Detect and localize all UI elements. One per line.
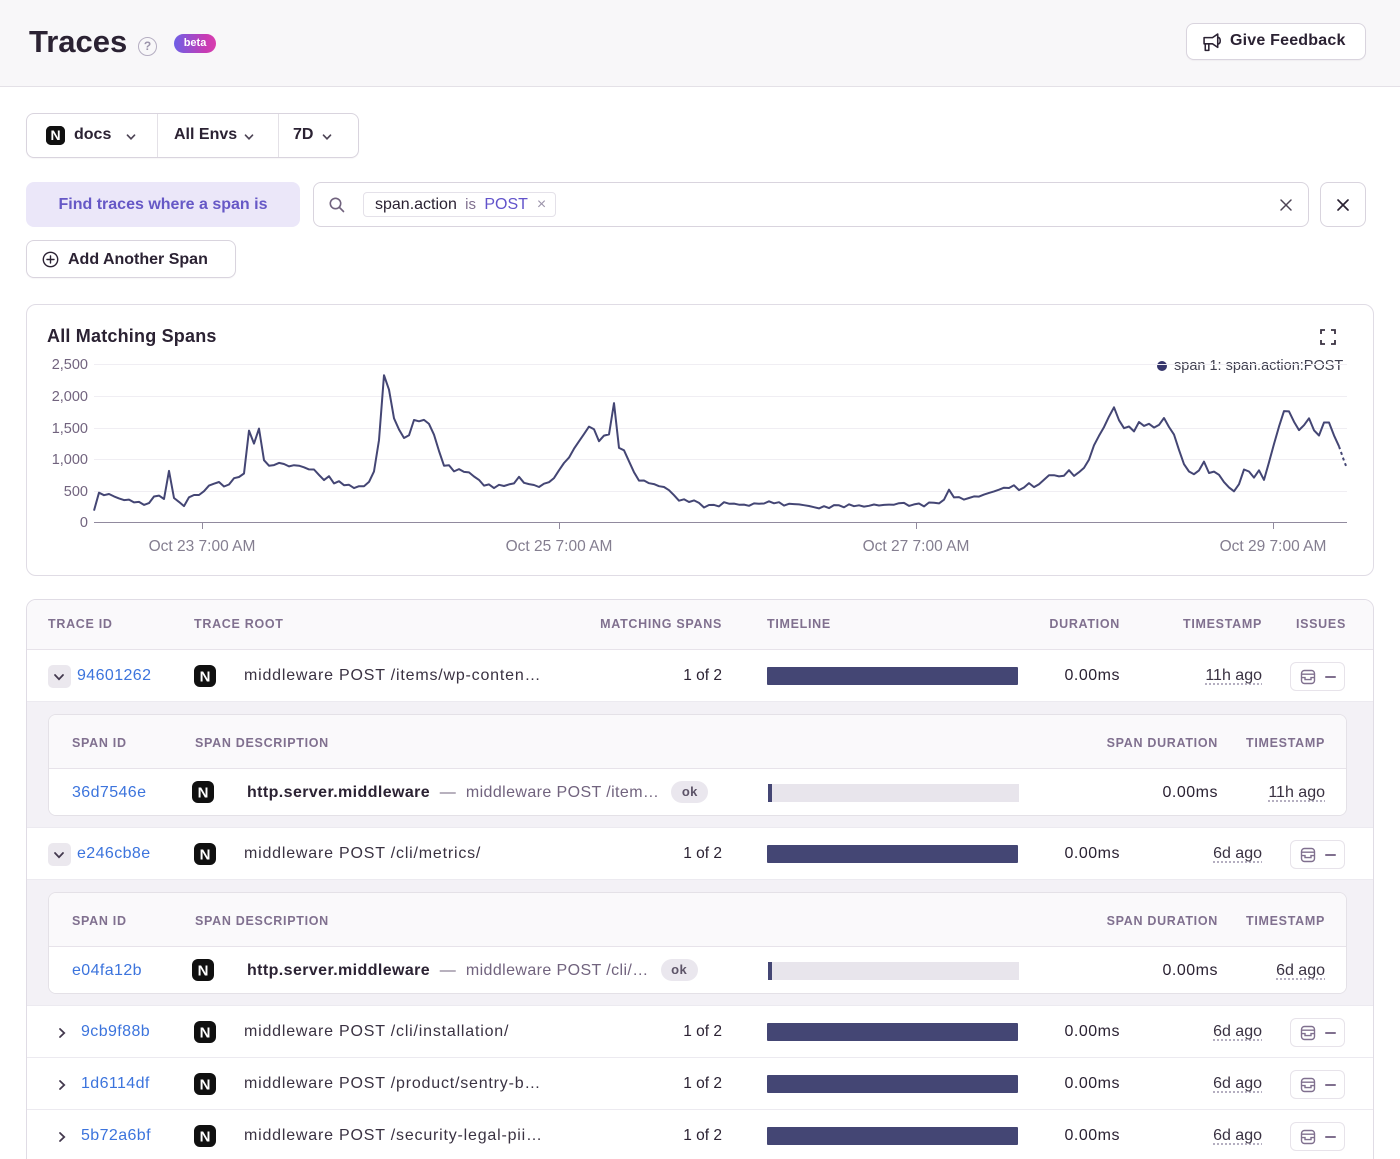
svg-text:N: N xyxy=(50,127,60,143)
svg-text:Oct 23 7:00 AM: Oct 23 7:00 AM xyxy=(149,538,256,555)
svg-text:N: N xyxy=(200,669,211,686)
svg-text:1,500: 1,500 xyxy=(52,421,88,437)
svg-text:500: 500 xyxy=(64,484,88,500)
svg-text:Oct 27 7:00 AM: Oct 27 7:00 AM xyxy=(863,538,970,555)
svg-text:2,000: 2,000 xyxy=(52,389,88,405)
svg-text:2,500: 2,500 xyxy=(52,357,88,373)
svg-text:N: N xyxy=(198,785,209,802)
svg-text:N: N xyxy=(200,1077,211,1094)
svg-text:N: N xyxy=(200,1129,211,1146)
svg-text:0: 0 xyxy=(80,515,88,531)
svg-text:N: N xyxy=(200,847,211,864)
svg-text:Oct 25 7:00 AM: Oct 25 7:00 AM xyxy=(506,538,613,555)
svg-text:1,000: 1,000 xyxy=(52,452,88,468)
svg-text:N: N xyxy=(200,1025,211,1042)
svg-text:N: N xyxy=(198,963,209,980)
svg-text:Oct 29 7:00 AM: Oct 29 7:00 AM xyxy=(1220,538,1327,555)
